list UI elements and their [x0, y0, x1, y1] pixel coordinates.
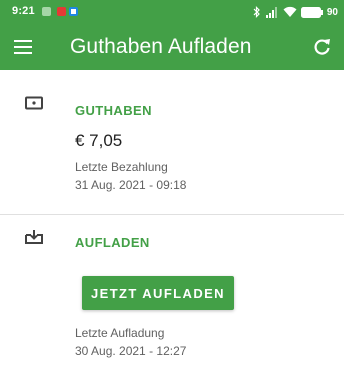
last-topup-label: Letzte Aufladung	[75, 326, 165, 340]
notification-icon	[42, 7, 51, 16]
topup-title: AUFLADEN	[75, 235, 150, 250]
page-title: Guthaben Aufladen	[70, 35, 252, 58]
topup-now-button[interactable]: JETZT AUFLADEN	[82, 276, 234, 310]
status-bar: 9:21 90	[0, 0, 344, 24]
battery-level: 90	[326, 6, 338, 18]
balance-amount: € 7,05	[75, 131, 123, 150]
refresh-icon[interactable]	[312, 37, 332, 57]
last-payment-date: 31 Aug. 2021 - 09:18	[75, 178, 187, 192]
signal-icon	[265, 7, 277, 18]
status-indicators: 90	[253, 4, 338, 20]
status-time: 9:21	[12, 5, 35, 17]
balance-title: GUTHABEN	[75, 103, 152, 118]
topup-tray-icon	[25, 230, 43, 244]
app-screen: 9:21 90 Guthaben Aufladen GUTHABEN € 7,0…	[0, 0, 344, 365]
wifi-icon	[283, 6, 297, 17]
wallet-card-icon	[25, 96, 43, 110]
app-bar: Guthaben Aufladen	[0, 24, 344, 70]
notification-icon	[57, 7, 66, 16]
hamburger-menu-icon[interactable]	[14, 38, 34, 56]
section-divider	[0, 214, 344, 215]
last-payment-label: Letzte Bezahlung	[75, 160, 168, 174]
last-topup-date: 30 Aug. 2021 - 12:27	[75, 344, 187, 358]
notification-icon	[69, 7, 78, 16]
bluetooth-icon	[253, 6, 260, 18]
battery-icon	[300, 6, 323, 18]
